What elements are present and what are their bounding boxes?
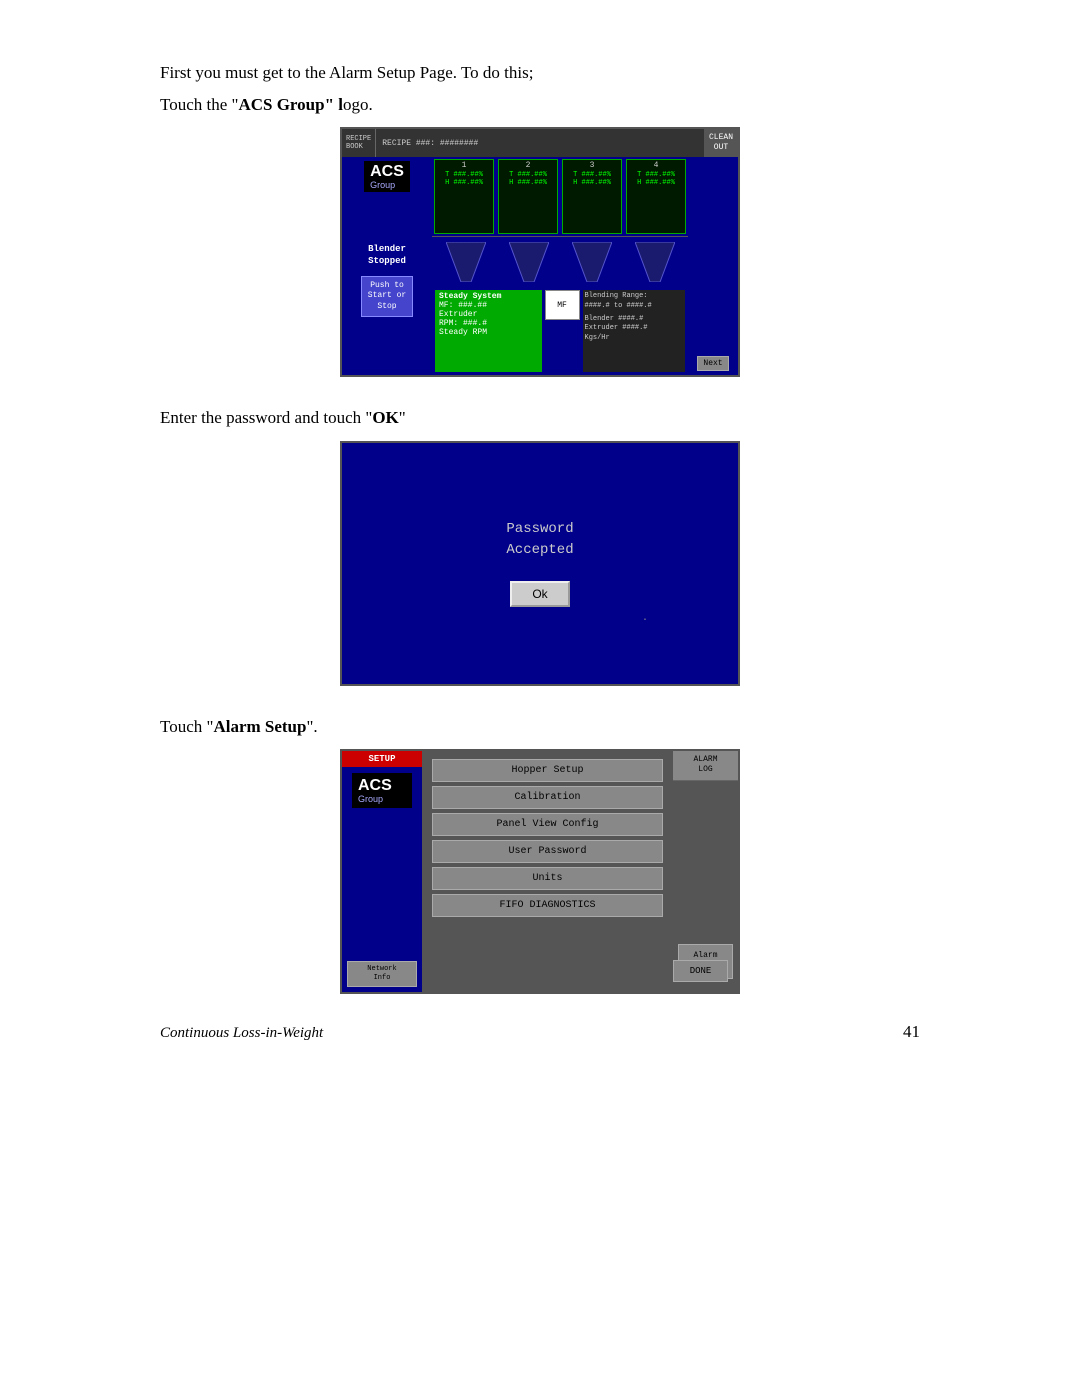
s3-left-panel: SETUP ACS Group Network Info [342, 751, 422, 992]
s3-center-menu: Hopper Setup Calibration Panel View Conf… [422, 751, 673, 992]
s2-dot-indicator: . [642, 613, 648, 624]
screen2-container: Password Accepted Ok . [160, 441, 920, 686]
intro-line2: Touch the "ACS Group" logo. [160, 92, 920, 118]
s3-calibration-button[interactable]: Calibration [432, 786, 663, 809]
s1-recipe-info: RECIPE ###: ######## [376, 129, 704, 157]
s3-right-panel: ALARM LOG Alarm Setup DONE [673, 751, 738, 992]
s1-hopper-3: 3 T ###.##% H ###.##% [562, 159, 622, 234]
s1-main: ACS Group Blender Stopped Push to Start … [342, 157, 738, 375]
s3-done-button[interactable]: DONE [673, 960, 728, 982]
s1-hoppers-row: 1 T ###.##% H ###.##% 2 T ###.##% H ###.… [432, 157, 688, 237]
s1-hopper-2: 2 T ###.##% H ###.##% [498, 159, 558, 234]
s3-hopper-setup-button[interactable]: Hopper Setup [432, 759, 663, 782]
screen3-intro: Touch "Alarm Setup". [160, 714, 920, 740]
screen2-password: Password Accepted Ok . [340, 441, 740, 686]
footer-text: Continuous Loss-in-Weight [160, 1025, 323, 1042]
s3-setup-label: SETUP [342, 751, 422, 767]
s1-left-panel: ACS Group Blender Stopped Push to Start … [342, 157, 432, 375]
page: First you must get to the Alarm Setup Pa… [0, 0, 1080, 1397]
s1-hopper-4: 4 T ###.##% H ###.##% [626, 159, 686, 234]
screen3-container: SETUP ACS Group Network Info Hopper Setu… [160, 749, 920, 994]
s2-password-accepted-text: Password Accepted [506, 519, 573, 561]
s3-alarm-log-button[interactable]: ALARM LOG [673, 751, 738, 781]
s3-network-info-button[interactable]: Network Info [347, 961, 417, 987]
screen1-container: RECIPE BOOK RECIPE ###: ######## CLEAN O… [160, 127, 920, 377]
screen2-intro: Enter the password and touch "OK" [160, 405, 920, 431]
s3-user-password-button[interactable]: User Password [432, 840, 663, 863]
s1-steady-system: Steady System MF: ###.## Extruder RPM: #… [435, 290, 542, 372]
s1-funnel-row [432, 237, 688, 287]
s1-cleanout-btn[interactable]: CLEAN OUT [704, 129, 738, 157]
page-footer: Continuous Loss-in-Weight 41 [160, 1022, 920, 1042]
s1-funnel-4 [635, 242, 675, 282]
s1-center-panel: 1 T ###.##% H ###.##% 2 T ###.##% H ###.… [432, 157, 688, 375]
s3-layout: SETUP ACS Group Network Info Hopper Setu… [342, 751, 738, 992]
screen3-setup: SETUP ACS Group Network Info Hopper Setu… [340, 749, 740, 994]
s3-panel-view-config-button[interactable]: Panel View Config [432, 813, 663, 836]
s1-push-start-stop[interactable]: Push to Start or Stop [361, 276, 413, 317]
screen1-blender: RECIPE BOOK RECIPE ###: ######## CLEAN O… [340, 127, 740, 377]
s2-ok-button[interactable]: Ok [510, 581, 569, 607]
s1-recipebook[interactable]: RECIPE BOOK [342, 129, 376, 157]
s3-acs-logo[interactable]: ACS Group [352, 773, 412, 808]
s3-units-button[interactable]: Units [432, 867, 663, 890]
s1-right-side: Next [688, 157, 738, 375]
s1-mf-box: MF [545, 290, 580, 320]
s1-acs-logo[interactable]: ACS Group [364, 161, 410, 192]
s1-hopper-1: 1 T ###.##% H ###.##% [434, 159, 494, 234]
s1-funnel-2 [509, 242, 549, 282]
s1-bottom-status: Steady System MF: ###.## Extruder RPM: #… [432, 287, 688, 375]
s3-fifo-diagnostics-button[interactable]: FIFO DIAGNOSTICS [432, 894, 663, 917]
s1-funnel-1 [446, 242, 486, 282]
s1-blending-info: Blending Range: ####.# to ####.# Blender… [583, 290, 686, 372]
s1-blender-status: Blender Stopped [368, 244, 406, 267]
footer-page-number: 41 [903, 1022, 920, 1042]
intro-line1: First you must get to the Alarm Setup Pa… [160, 60, 920, 86]
s1-topbar: RECIPE BOOK RECIPE ###: ######## CLEAN O… [342, 129, 738, 157]
s1-next-button[interactable]: Next [697, 356, 728, 371]
s1-funnel-3 [572, 242, 612, 282]
